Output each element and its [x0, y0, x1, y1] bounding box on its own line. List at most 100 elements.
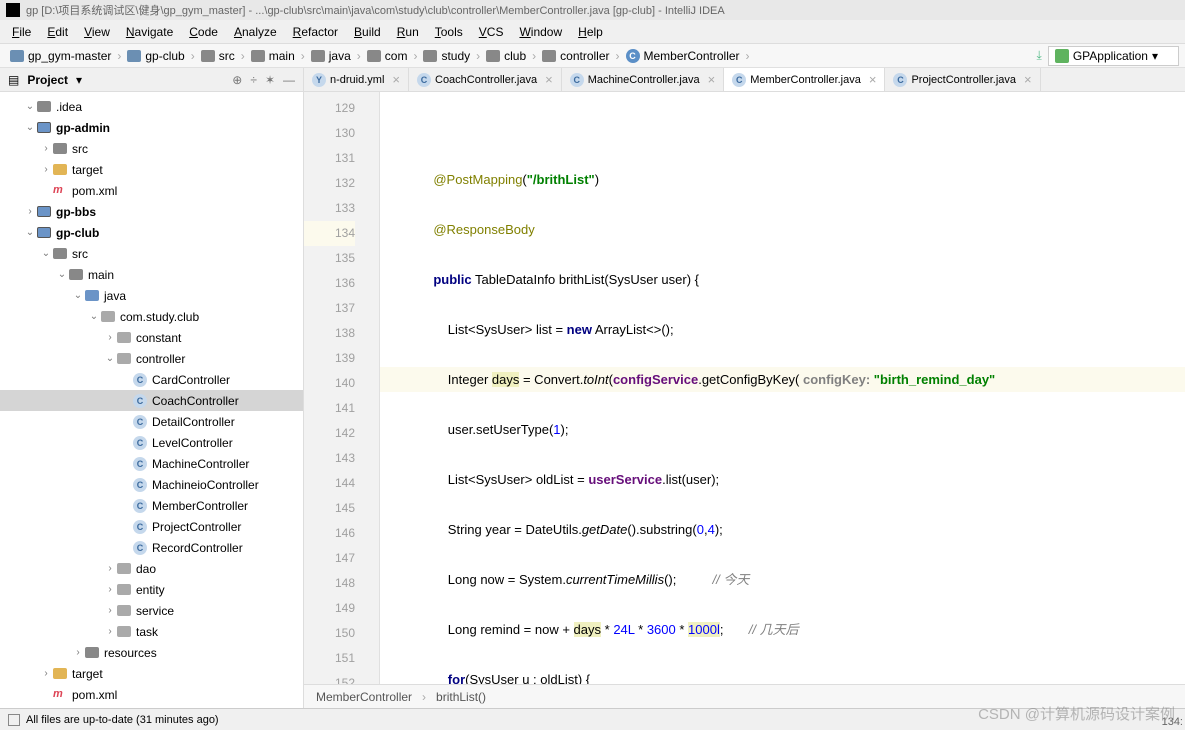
- tree-item-LevelController[interactable]: CLevelController: [0, 432, 303, 453]
- menu-window[interactable]: Window: [511, 22, 570, 42]
- tree-arrow-icon[interactable]: ›: [40, 164, 52, 175]
- menu-run[interactable]: Run: [389, 22, 427, 42]
- tree-item-DetailController[interactable]: CDetailController: [0, 411, 303, 432]
- menu-vcs[interactable]: VCS: [471, 22, 512, 42]
- project-tree[interactable]: ⌄.idea⌄gp-admin›src›targetmpom.xml›gp-bb…: [0, 92, 303, 708]
- tree-item-ProjectController[interactable]: CProjectController: [0, 516, 303, 537]
- hide-icon[interactable]: —: [283, 73, 295, 87]
- crumb[interactable]: brithList(): [436, 690, 486, 704]
- tree-item-RecordController[interactable]: CRecordController: [0, 537, 303, 558]
- tree-item-main[interactable]: ⌄main: [0, 264, 303, 285]
- tree-arrow-icon[interactable]: ›: [104, 332, 116, 343]
- tree-item-MachineController[interactable]: CMachineController: [0, 453, 303, 474]
- tree-arrow-icon[interactable]: ›: [40, 143, 52, 154]
- breadcrumb-com[interactable]: com: [363, 49, 412, 63]
- collapse-icon[interactable]: ÷: [250, 73, 257, 87]
- menu-edit[interactable]: Edit: [39, 22, 76, 42]
- tree-item-pom.xml[interactable]: mpom.xml: [0, 684, 303, 705]
- folder-icon: [10, 50, 24, 62]
- tree-item-.idea[interactable]: ⌄.idea: [0, 96, 303, 117]
- tree-item-target[interactable]: ›target: [0, 663, 303, 684]
- run-config-dropdown[interactable]: GPApplication ▾: [1048, 46, 1179, 66]
- tree-item-CoachController[interactable]: CCoachController: [0, 390, 303, 411]
- tab-ProjectController.java[interactable]: CProjectController.java×: [885, 68, 1040, 91]
- tree-item-java[interactable]: ⌄java: [0, 285, 303, 306]
- tree-arrow-icon[interactable]: ⌄: [56, 269, 68, 280]
- breadcrumb-gp-club[interactable]: gp-club: [123, 49, 188, 63]
- settings-icon[interactable]: ✶: [265, 73, 275, 87]
- menu-refactor[interactable]: Refactor: [285, 22, 346, 42]
- folder-icon: [84, 290, 100, 301]
- tree-arrow-icon[interactable]: ›: [40, 668, 52, 679]
- close-icon[interactable]: ×: [708, 72, 716, 87]
- tree-arrow-icon[interactable]: ›: [72, 647, 84, 658]
- tab-CoachController.java[interactable]: CCoachController.java×: [409, 68, 562, 91]
- project-icon: ▤: [8, 73, 19, 87]
- tree-item-gp-bbs[interactable]: ›gp-bbs: [0, 201, 303, 222]
- breadcrumb-main[interactable]: main: [247, 49, 299, 63]
- folder-icon: [52, 668, 68, 679]
- tree-arrow-icon[interactable]: ⌄: [104, 353, 116, 364]
- tree-item-constant[interactable]: ›constant: [0, 327, 303, 348]
- tree-arrow-icon[interactable]: ⌄: [24, 227, 36, 238]
- tree-item-MemberController[interactable]: CMemberController: [0, 495, 303, 516]
- tree-item-gp-admin[interactable]: ⌄gp-admin: [0, 117, 303, 138]
- chevron-down-icon[interactable]: ▾: [76, 73, 82, 87]
- tree-item-service[interactable]: ›service: [0, 600, 303, 621]
- tree-item-src[interactable]: ⌄src: [0, 243, 303, 264]
- tree-arrow-icon[interactable]: ⌄: [88, 311, 100, 322]
- tree-item-controller[interactable]: ⌄controller: [0, 348, 303, 369]
- tree-item-dao[interactable]: ›dao: [0, 558, 303, 579]
- menu-file[interactable]: File: [4, 22, 39, 42]
- tree-item-pom.xml[interactable]: mpom.xml: [0, 180, 303, 201]
- tree-arrow-icon[interactable]: ›: [104, 605, 116, 616]
- tree-item-src[interactable]: ›src: [0, 138, 303, 159]
- menu-navigate[interactable]: Navigate: [118, 22, 181, 42]
- tree-arrow-icon[interactable]: ⌄: [40, 248, 52, 259]
- close-icon[interactable]: ×: [392, 72, 400, 87]
- close-icon[interactable]: ×: [545, 72, 553, 87]
- breadcrumb-study[interactable]: study: [419, 49, 474, 63]
- code-line: Integer days = Convert.toInt(configServi…: [380, 367, 1185, 392]
- close-icon[interactable]: ×: [869, 72, 877, 87]
- tree-arrow-icon[interactable]: ›: [24, 206, 36, 217]
- breadcrumb-MemberController[interactable]: CMemberController: [622, 49, 744, 63]
- tree-arrow-icon[interactable]: ›: [104, 626, 116, 637]
- tree-arrow-icon[interactable]: ⌄: [72, 290, 84, 301]
- menu-build[interactable]: Build: [346, 22, 389, 42]
- class-icon: C: [132, 520, 148, 534]
- tab-MachineController.java[interactable]: CMachineController.java×: [562, 68, 724, 91]
- menu-code[interactable]: Code: [181, 22, 226, 42]
- breadcrumb-java[interactable]: java: [307, 49, 355, 63]
- build-icon[interactable]: ⤓: [1037, 48, 1042, 63]
- menu-view[interactable]: View: [76, 22, 118, 42]
- tab-n-druid.yml[interactable]: Yn-druid.yml×: [304, 68, 409, 91]
- target-icon[interactable]: ⊕: [232, 73, 242, 87]
- tree-item-CardController[interactable]: CCardController: [0, 369, 303, 390]
- tree-arrow-icon[interactable]: ⌄: [24, 101, 36, 112]
- tree-arrow-icon[interactable]: ›: [104, 563, 116, 574]
- chevron-right-icon: ›: [616, 49, 620, 63]
- tab-MemberController.java[interactable]: CMemberController.java×: [724, 68, 885, 91]
- menu-tools[interactable]: Tools: [427, 22, 471, 42]
- tree-item-com.study.club[interactable]: ⌄com.study.club: [0, 306, 303, 327]
- folder-icon: [52, 143, 68, 154]
- close-icon[interactable]: ×: [1024, 72, 1032, 87]
- tree-item-task[interactable]: ›task: [0, 621, 303, 642]
- tree-arrow-icon[interactable]: ⌄: [24, 122, 36, 133]
- breadcrumb-src[interactable]: src: [197, 49, 239, 63]
- tree-arrow-icon[interactable]: ›: [104, 584, 116, 595]
- tree-item-resources[interactable]: ›resources: [0, 642, 303, 663]
- menu-analyze[interactable]: Analyze: [226, 22, 285, 42]
- breadcrumb-club[interactable]: club: [482, 49, 530, 63]
- code-editor[interactable]: @PostMapping("/brithList") @ResponseBody…: [380, 92, 1185, 684]
- tree-item-MachineioController[interactable]: CMachineioController: [0, 474, 303, 495]
- breadcrumb-gp_gym-master[interactable]: gp_gym-master: [6, 49, 115, 63]
- breadcrumb-controller[interactable]: controller: [538, 49, 613, 63]
- line-number: 151: [304, 646, 355, 671]
- crumb[interactable]: MemberController: [316, 690, 412, 704]
- tree-item-gp-club[interactable]: ⌄gp-club: [0, 222, 303, 243]
- menu-help[interactable]: Help: [570, 22, 611, 42]
- tree-item-target[interactable]: ›target: [0, 159, 303, 180]
- tree-item-entity[interactable]: ›entity: [0, 579, 303, 600]
